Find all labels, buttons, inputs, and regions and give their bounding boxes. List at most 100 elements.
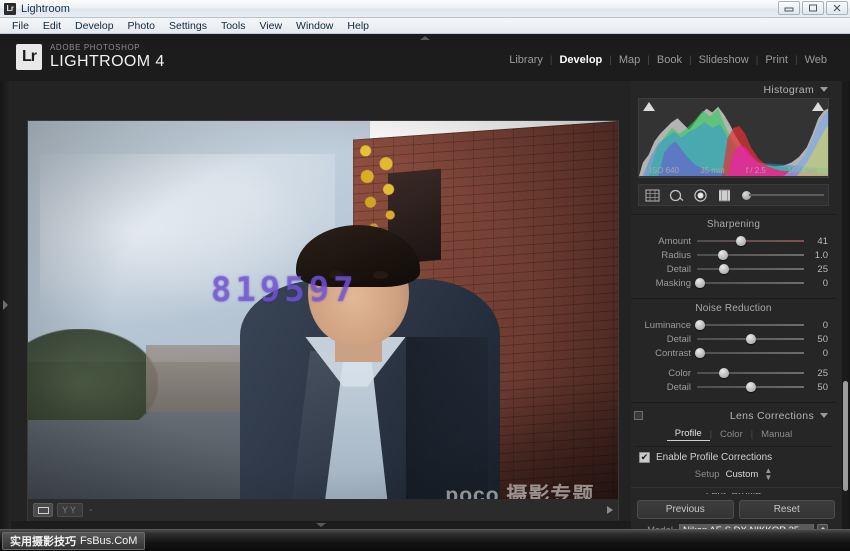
slider-value[interactable]: 0 [804,348,828,359]
module-develop[interactable]: Develop [552,54,609,66]
crop-overlay-icon[interactable] [643,188,662,203]
brush-track[interactable] [749,194,824,196]
checkbox-checked-icon[interactable]: ✔ [639,452,650,463]
module-library[interactable]: Library [502,54,550,66]
menu-photo[interactable]: Photo [122,19,161,33]
menu-view[interactable]: View [253,19,288,33]
module-map[interactable]: Map [612,54,647,66]
menu-file[interactable]: File [6,19,35,33]
slider-track [697,352,804,354]
setup-value[interactable]: Custom [726,469,759,480]
slider-luminance-detail[interactable]: Detail 50 [631,332,836,346]
identity-superline: ADOBE PHOTOSHOP [50,43,141,52]
slider-luminance[interactable]: Luminance 0 [631,318,836,332]
taskbar-app-button[interactable]: 实用摄影技巧 FsBus.CoM [2,531,146,550]
identity-plate[interactable]: Lr ADOBE PHOTOSHOP LIGHTROOM 4 [16,44,165,70]
adjustment-brush-icon[interactable] [742,190,824,200]
module-web[interactable]: Web [798,54,834,66]
slider-amount[interactable]: Amount 41 [631,234,836,248]
right-panel-scrollbar[interactable] [842,81,849,529]
module-slideshow[interactable]: Slideshow [692,54,756,66]
menu-window[interactable]: Window [290,19,339,33]
slider-track-wrap[interactable] [695,277,804,289]
slider-knob[interactable] [695,320,706,330]
slider-detail[interactable]: Detail 25 [631,262,836,276]
highlight-clipping-indicator[interactable] [812,102,824,111]
shadow-clipping-indicator[interactable] [643,102,655,111]
top-panel-toggle[interactable] [0,34,850,41]
slider-value[interactable]: 41 [804,236,828,247]
flag-filter-button[interactable]: YY [57,503,84,517]
slider-track [697,324,804,326]
slider-knob[interactable] [717,250,728,260]
slider-track [697,282,804,284]
histogram-header[interactable]: Histogram [631,81,836,98]
slider-value[interactable]: 25 [804,264,828,275]
slider-track-wrap[interactable] [697,249,804,261]
tab-profile[interactable]: Profile [666,428,710,441]
slider-luminance-contrast[interactable]: Contrast 0 [631,346,836,360]
module-print[interactable]: Print [758,54,795,66]
tab-manual[interactable]: Manual [753,429,800,440]
minimize-icon[interactable] [778,1,800,15]
panel-group-icon[interactable] [634,411,643,420]
photo-frame[interactable]: 819597 poco 摄影专题 http://photo.poco.cn/ [28,121,618,536]
slider-track-wrap[interactable] [697,333,804,345]
slider-knob[interactable] [745,334,756,344]
photo-canvas[interactable]: 819597 poco 摄影专题 http://photo.poco.cn/ [28,121,618,536]
menu-help[interactable]: Help [341,19,375,33]
slider-knob[interactable] [745,382,756,392]
chevron-down-icon[interactable] [820,87,828,92]
slider-knob[interactable] [695,278,706,288]
menu-edit[interactable]: Edit [37,19,67,33]
slider-track-wrap[interactable] [697,235,804,247]
previous-button[interactable]: Previous [637,499,734,519]
tab-color[interactable]: Color [712,429,751,440]
slider-track-wrap[interactable] [695,319,804,331]
slider-value[interactable]: 0 [804,320,828,331]
red-eye-correction-icon[interactable] [691,188,710,203]
slider-value[interactable]: 25 [804,368,828,379]
slider-color[interactable]: Color 25 [631,366,836,380]
scrollbar-thumb[interactable] [843,381,848,491]
chevron-down-icon[interactable] [820,413,828,418]
menubar: File Edit Develop Photo Settings Tools V… [0,18,850,34]
stepper-icon[interactable]: ▲ ▼ [764,467,772,482]
slider-knob[interactable] [735,236,746,246]
slider-track-wrap[interactable] [697,367,804,379]
slider-knob[interactable] [695,348,706,358]
slider-knob[interactable] [718,368,729,378]
module-book[interactable]: Book [650,54,689,66]
slider-masking[interactable]: Masking 0 [631,276,836,290]
slider-knob[interactable] [718,264,729,274]
noise-reduction-section: Noise Reduction Luminance 0 Detail 50 Co… [631,298,836,394]
slider-value[interactable]: 50 [804,382,828,393]
histogram-graph[interactable]: ISO 640 35 mm f / 2.5 1/50 sec [638,98,829,178]
left-panel-toggle[interactable] [0,81,11,529]
module-picker: Library | Develop | Map | Book | Slidesh… [502,54,834,66]
menu-settings[interactable]: Settings [163,19,213,33]
lens-corrections-header[interactable]: Lens Corrections [631,407,836,424]
menu-tools[interactable]: Tools [215,19,252,33]
setup-row[interactable]: Setup Custom ▲ ▼ [631,467,836,482]
menu-develop[interactable]: Develop [69,19,120,33]
reset-button[interactable]: Reset [738,499,835,519]
enable-profile-corrections-row[interactable]: ✔ Enable Profile Corrections [631,447,836,463]
toolbar-dash: - [89,504,93,516]
toolbar-expand-icon[interactable] [607,506,613,514]
filmstrip-toggle[interactable] [11,521,631,529]
slider-value[interactable]: 50 [804,334,828,345]
spot-removal-icon[interactable] [667,188,686,203]
loupe-view-icon[interactable] [33,503,53,517]
slider-radius[interactable]: Radius 1.0 [631,248,836,262]
slider-color-detail[interactable]: Detail 50 [631,380,836,394]
maximize-icon[interactable] [802,1,824,15]
graduated-filter-icon[interactable] [715,188,734,203]
slider-value[interactable]: 0 [804,278,828,289]
close-icon[interactable] [826,1,848,15]
slider-track-wrap[interactable] [695,347,804,359]
chevron-up-icon [420,35,430,40]
slider-value[interactable]: 1.0 [804,250,828,261]
slider-track-wrap[interactable] [697,381,804,393]
slider-track-wrap[interactable] [697,263,804,275]
